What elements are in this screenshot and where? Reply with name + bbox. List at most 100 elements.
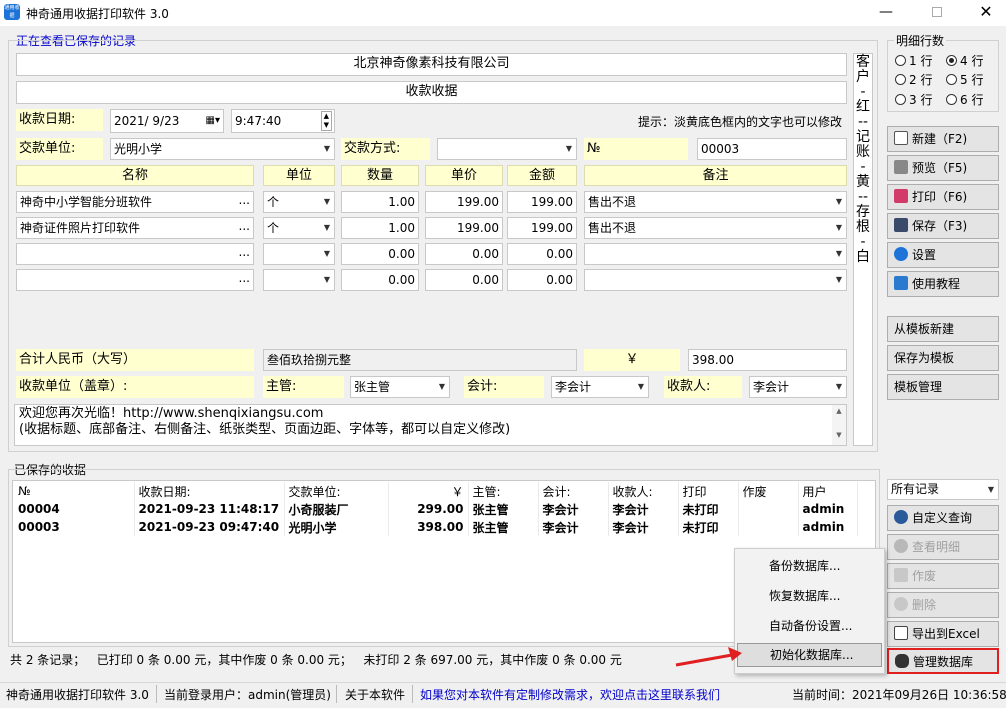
menu-item-restore[interactable]: 恢复数据库...	[735, 585, 884, 607]
side-note[interactable]: 客户 - 红 -- 记账 - 黄 -- 存根 - 白	[853, 53, 873, 446]
filter-select[interactable]: 所有记录 ▼	[887, 479, 999, 500]
void-button[interactable]: 作废	[887, 563, 999, 589]
calendar-icon[interactable]: ▦▾	[206, 110, 220, 132]
item-qty[interactable]: 1.00	[341, 217, 419, 239]
table-row[interactable]: 00003 2021-09-23 09:47:40 光明小学 398.00 张主…	[14, 518, 858, 536]
item-price[interactable]: 0.00	[425, 243, 503, 265]
number-label[interactable]: №	[584, 138, 688, 160]
col-header-price[interactable]: 单价	[425, 165, 503, 186]
settings-button[interactable]: 设置	[887, 242, 999, 268]
manager-label[interactable]: 主管:	[263, 376, 344, 398]
radio-4-rows[interactable]: 4 行	[946, 52, 983, 69]
item-name[interactable]: ...	[16, 243, 254, 265]
item-price[interactable]: 199.00	[425, 217, 503, 239]
maximize-button[interactable]	[928, 4, 946, 20]
header-payer[interactable]: 交款单位:	[284, 482, 389, 500]
header-void[interactable]: 作废	[738, 482, 799, 500]
template-manage-button[interactable]: 模板管理	[887, 374, 999, 400]
new-button[interactable]: 新建（F2)	[887, 126, 999, 152]
item-name[interactable]: 神奇中小学智能分班软件...	[16, 191, 254, 213]
header-accountant[interactable]: 会计:	[538, 482, 609, 500]
cashier-label[interactable]: 收款人:	[664, 376, 742, 398]
item-remark[interactable]: ▼	[584, 269, 847, 291]
item-remark[interactable]: 售出不退 ▼	[584, 217, 847, 239]
col-header-qty[interactable]: 数量	[341, 165, 419, 186]
col-header-amount[interactable]: 金额	[507, 165, 577, 186]
save-button[interactable]: 保存（F3)	[887, 213, 999, 239]
col-header-remark[interactable]: 备注	[584, 165, 847, 186]
header-amount[interactable]: ￥	[388, 482, 469, 500]
item-price[interactable]: 0.00	[425, 269, 503, 291]
item-name[interactable]: 神奇证件照片打印软件...	[16, 217, 254, 239]
header-no[interactable]: №	[14, 482, 135, 500]
manager-select[interactable]: 张主管 ▼	[350, 376, 450, 398]
table-row[interactable]: 00004 2021-09-23 11:48:17 小奇服装厂 299.00 张…	[14, 500, 858, 518]
custom-query-button[interactable]: 自定义查询	[887, 505, 999, 531]
item-amount[interactable]: 199.00	[507, 191, 577, 213]
item-amount[interactable]: 199.00	[507, 217, 577, 239]
item-unit[interactable]: ▼	[263, 243, 335, 265]
item-price[interactable]: 199.00	[425, 191, 503, 213]
yen-label[interactable]: ￥	[584, 349, 680, 371]
tutorial-button[interactable]: 使用教程	[887, 271, 999, 297]
minimize-button[interactable]: —	[876, 4, 896, 20]
accountant-select[interactable]: 李会计 ▼	[551, 376, 649, 398]
menu-item-backup[interactable]: 备份数据库...	[735, 555, 884, 577]
header-date[interactable]: 收款日期:	[134, 482, 285, 500]
col-header-unit[interactable]: 单位	[263, 165, 335, 186]
col-header-name[interactable]: 名称	[16, 165, 254, 186]
radio-1-row[interactable]: 1 行	[895, 52, 932, 69]
bottom-note-textarea[interactable]: 欢迎您再次光临！http://www.shenqixiangsu.com (收据…	[14, 404, 847, 446]
item-amount[interactable]: 0.00	[507, 269, 577, 291]
date-label[interactable]: 收款日期:	[16, 109, 103, 131]
export-excel-button[interactable]: 导出到Excel	[887, 621, 999, 647]
preview-button[interactable]: 预览（F5)	[887, 155, 999, 181]
spinner-icon[interactable]: ▲ ▼	[320, 111, 332, 131]
item-remark[interactable]: ▼	[584, 243, 847, 265]
payer-select[interactable]: 光明小学 ▼	[110, 138, 335, 160]
saved-table[interactable]: № 收款日期: 交款单位: ￥ 主管: 会计: 收款人: 打印 作废 用户 00…	[14, 482, 858, 536]
item-qty[interactable]: 0.00	[341, 243, 419, 265]
header-printed[interactable]: 打印	[678, 482, 739, 500]
date-picker[interactable]: 2021/ 9/23 ▦▾	[110, 109, 224, 133]
item-qty[interactable]: 0.00	[341, 269, 419, 291]
delete-button[interactable]: 删除	[887, 592, 999, 618]
stamp-label[interactable]: 收款单位（盖章）:	[16, 376, 254, 398]
item-unit[interactable]: 个 ▼	[263, 217, 335, 239]
item-name[interactable]: ...	[16, 269, 254, 291]
header-user[interactable]: 用户	[798, 482, 858, 500]
status-about-link[interactable]: 关于本软件	[345, 686, 405, 703]
number-field[interactable]: 00003	[697, 138, 847, 160]
receipt-title-field[interactable]: 收款收据	[16, 81, 847, 104]
company-field[interactable]: 北京神奇像素科技有限公司	[16, 53, 847, 76]
menu-item-auto-backup[interactable]: 自动备份设置...	[735, 615, 884, 637]
manage-db-button[interactable]: 管理数据库	[887, 648, 999, 674]
new-from-template-button[interactable]: 从模板新建	[887, 316, 999, 342]
radio-5-rows[interactable]: 5 行	[946, 71, 983, 88]
radio-6-rows[interactable]: 6 行	[946, 91, 983, 108]
radio-3-rows[interactable]: 3 行	[895, 91, 932, 108]
header-manager[interactable]: 主管:	[468, 482, 539, 500]
save-as-template-button[interactable]: 保存为模板	[887, 345, 999, 371]
item-qty[interactable]: 1.00	[341, 191, 419, 213]
item-unit[interactable]: ▼	[263, 269, 335, 291]
radio-2-rows[interactable]: 2 行	[895, 71, 932, 88]
total-cn-label[interactable]: 合计人民币（大写）	[16, 349, 254, 371]
view-detail-button[interactable]: 查看明细	[887, 534, 999, 560]
method-label[interactable]: 交款方式:	[341, 138, 430, 160]
menu-item-init-db[interactable]: 初始化数据库...	[737, 643, 882, 667]
method-select[interactable]: ▼	[437, 138, 577, 160]
payer-label[interactable]: 交款单位:	[16, 138, 103, 160]
time-picker[interactable]: 9:47:40 ▲ ▼	[231, 109, 335, 133]
header-cashier[interactable]: 收款人:	[608, 482, 679, 500]
close-button[interactable]: ✕	[976, 2, 996, 22]
item-amount[interactable]: 0.00	[507, 243, 577, 265]
status-contact-link[interactable]: 如果您对本软件有定制修改需求，欢迎点击这里联系我们	[420, 686, 720, 703]
cell-cashier: 李会计	[608, 518, 679, 536]
item-remark[interactable]: 售出不退 ▼	[584, 191, 847, 213]
item-unit[interactable]: 个 ▼	[263, 191, 335, 213]
accountant-label[interactable]: 会计:	[464, 376, 544, 398]
cashier-select[interactable]: 李会计 ▼	[749, 376, 847, 398]
note-scrollbar[interactable]: ▲ ▼	[832, 405, 846, 445]
print-button[interactable]: 打印（F6)	[887, 184, 999, 210]
